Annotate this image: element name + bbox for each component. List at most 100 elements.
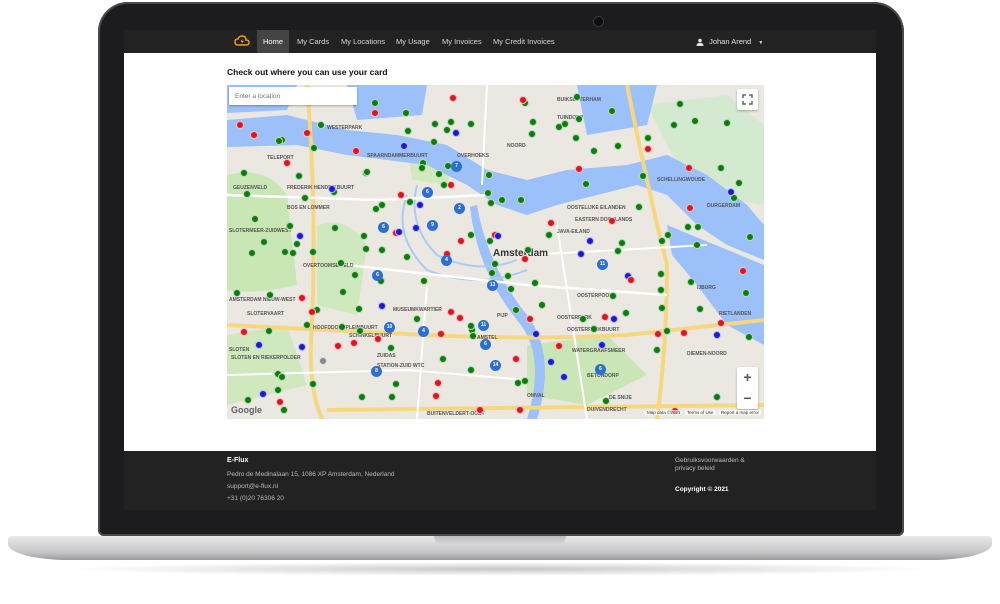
charging-station-marker[interactable] [352,146,361,155]
charging-station-marker[interactable] [411,223,420,232]
charging-station-marker[interactable] [617,238,626,247]
footer-terms-link[interactable]: Gebruiksvoorwaarden & privacy beleid [675,457,765,473]
cluster-marker[interactable]: 6 [378,222,389,233]
charging-station-marker[interactable] [333,341,342,350]
fullscreen-button[interactable] [737,89,758,110]
charging-station-marker[interactable] [433,379,442,388]
charging-station-marker[interactable] [656,269,665,278]
cluster-marker[interactable]: 6 [422,187,433,198]
charging-station-marker[interactable] [259,389,268,398]
charging-station-marker[interactable] [373,334,382,343]
charging-station-marker[interactable] [675,100,684,109]
charging-station-marker[interactable] [466,365,475,374]
charging-station-marker[interactable] [399,141,408,150]
nav-home[interactable]: Home [257,30,290,53]
charging-station-marker[interactable] [614,141,623,150]
zoom-in-button[interactable]: + [737,367,758,388]
charging-station-marker[interactable] [430,119,439,128]
charging-station-marker[interactable] [546,218,555,227]
charging-station-marker[interactable] [726,187,735,196]
charging-station-marker[interactable] [511,306,520,315]
charging-station-marker[interactable] [274,385,283,394]
charging-station-marker[interactable] [355,304,364,313]
charging-station-marker[interactable] [361,244,370,253]
charging-station-marker[interactable] [712,330,721,339]
charging-station-marker[interactable] [530,278,539,287]
charging-station-marker[interactable] [438,355,447,363]
location-search-input[interactable] [229,87,357,105]
charging-station-marker[interactable] [370,109,379,118]
charging-station-marker[interactable] [654,329,663,338]
charging-station-marker[interactable] [337,322,346,331]
charging-station-marker[interactable] [319,357,327,365]
charging-station-marker[interactable] [712,393,721,402]
charging-station-marker[interactable] [560,120,569,129]
charging-station-marker[interactable] [607,217,616,226]
charging-station-marker[interactable] [412,314,421,323]
charging-station-marker[interactable] [455,313,464,322]
nav-my-usage[interactable]: My Usage [390,30,436,53]
charging-station-marker[interactable] [716,318,725,327]
charging-station-marker[interactable] [307,307,316,316]
cluster-marker[interactable]: 7 [451,161,462,172]
charging-station-marker[interactable] [391,379,400,388]
charging-station-marker[interactable] [475,405,484,414]
charging-station-marker[interactable] [308,248,317,257]
charging-station-marker[interactable] [288,248,297,257]
charging-station-marker[interactable] [442,125,451,134]
nav-my-locations[interactable]: My Locations [335,30,391,53]
charging-station-marker[interactable] [716,163,725,172]
cluster-marker[interactable]: 11 [597,259,608,270]
charging-station-marker[interactable] [528,118,537,127]
locations-map[interactable]: Amsterdam BUIKSLOTERHAM SPAARNDAMMERBUUR… [227,85,764,419]
charging-station-marker[interactable] [559,373,568,382]
cluster-marker[interactable]: 6 [595,364,606,375]
charging-station-marker[interactable] [251,214,260,223]
charging-station-marker[interactable] [696,304,705,313]
charging-station-marker[interactable] [327,184,336,193]
nav-my-credit-invoices[interactable]: My Credit Invoices [487,30,561,53]
nav-my-cards[interactable]: My Cards [291,30,335,53]
charging-station-marker[interactable] [264,326,273,335]
terms-link[interactable]: Terms of Use [685,410,716,415]
charging-station-marker[interactable] [634,202,643,211]
cluster-marker[interactable]: 8 [371,366,382,377]
charging-station-marker[interactable] [429,138,438,147]
charging-station-marker[interactable] [279,405,288,414]
zoom-out-button[interactable]: − [737,388,758,409]
cluster-marker[interactable]: 6 [372,270,383,281]
charging-station-marker[interactable] [686,277,695,286]
charging-station-marker[interactable] [546,358,555,367]
charging-station-marker[interactable] [370,98,379,107]
charging-station-marker[interactable] [520,377,529,386]
cluster-marker[interactable]: 10 [384,322,395,333]
charging-station-marker[interactable] [662,327,671,336]
charging-station-marker[interactable] [545,230,554,239]
report-error-link[interactable]: Report a map error [719,410,762,415]
charging-station-marker[interactable] [448,93,457,102]
charging-station-marker[interactable] [404,126,413,135]
charging-station-marker[interactable] [468,331,477,340]
cluster-marker[interactable]: 4 [441,255,452,266]
charging-station-marker[interactable] [447,307,456,316]
charging-station-marker[interactable] [239,169,248,178]
charging-station-marker[interactable] [436,329,445,338]
cluster-marker[interactable]: 6 [480,339,491,350]
charging-station-marker[interactable] [734,178,743,187]
charging-station-marker[interactable] [359,231,368,240]
charging-station-marker[interactable] [439,181,448,190]
charging-station-marker[interactable] [467,119,476,128]
google-logo[interactable]: Google [231,405,262,415]
charging-station-marker[interactable] [243,189,251,198]
charging-station-marker[interactable] [358,392,367,401]
charging-station-marker[interactable] [349,339,358,348]
charging-station-marker[interactable] [656,286,665,295]
charging-station-marker[interactable] [585,236,594,245]
charging-station-marker[interactable] [684,222,693,231]
cluster-marker[interactable]: 2 [454,203,465,214]
charging-station-marker[interactable] [745,232,754,241]
charging-station-marker[interactable] [692,240,701,249]
charging-station-marker[interactable] [350,270,359,279]
charging-station-marker[interactable] [302,128,311,137]
charging-station-marker[interactable] [693,223,702,232]
